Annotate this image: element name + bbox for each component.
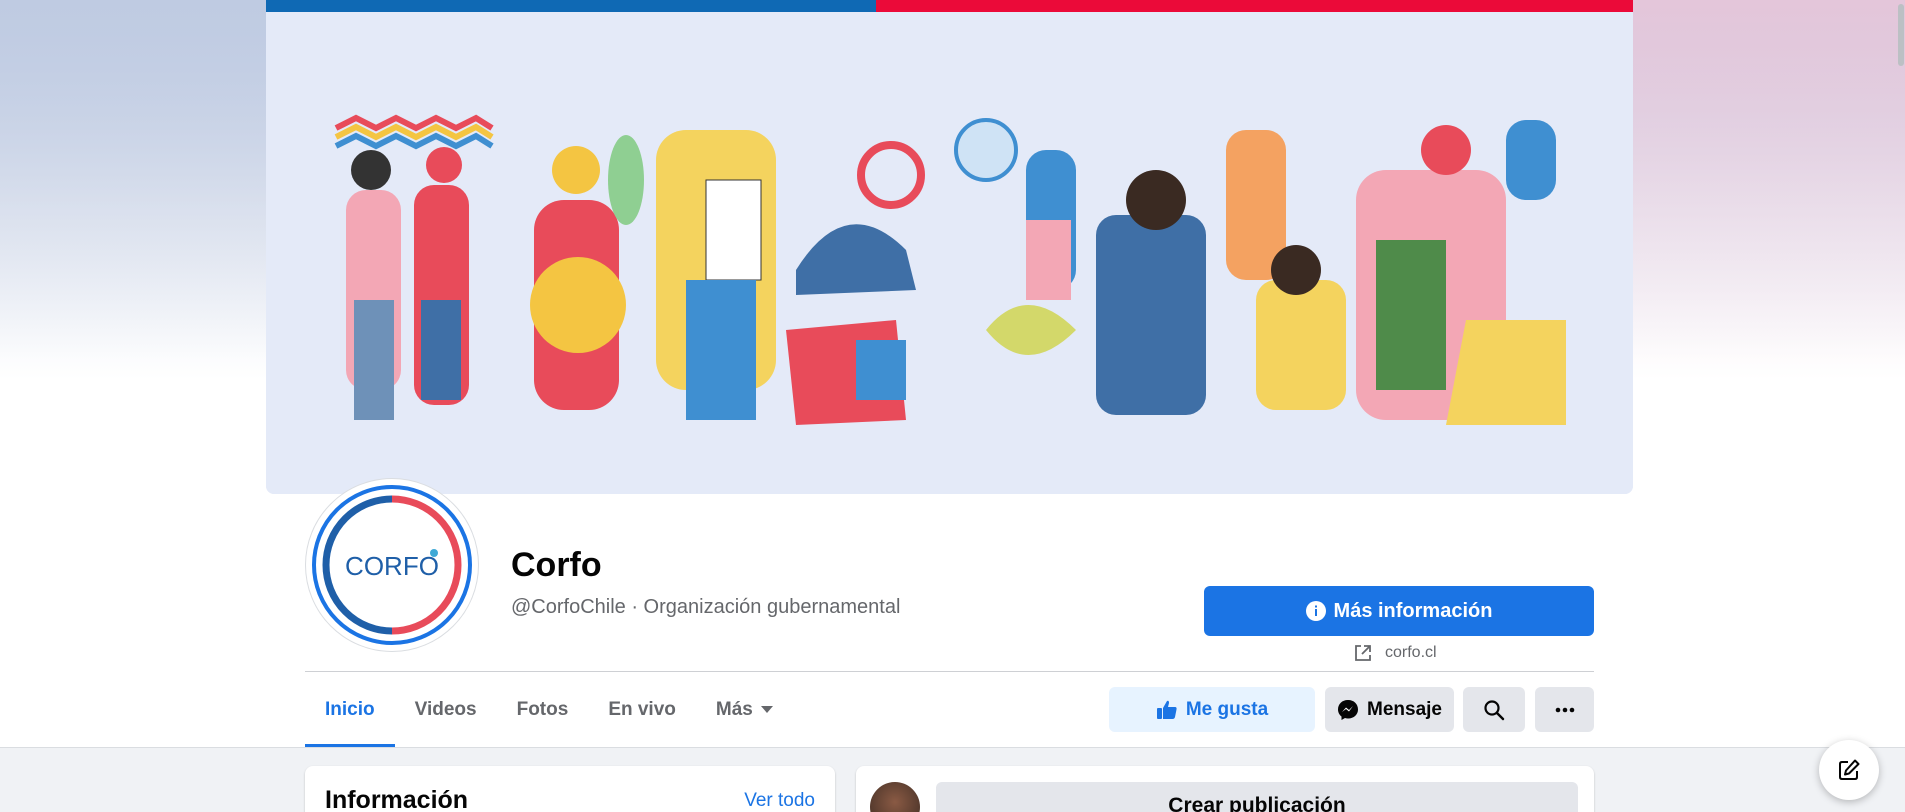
- page-title: Corfo: [511, 546, 602, 584]
- message-label: Mensaje: [1367, 698, 1442, 720]
- website-label: corfo.cl: [1385, 644, 1437, 661]
- tab-label: Fotos: [516, 698, 569, 720]
- create-post-label: Crear publicación: [1168, 794, 1346, 812]
- logo-text: CORFO: [345, 551, 439, 581]
- cover-photo[interactable]: [266, 0, 1633, 494]
- page-subtitle: @CorfoChile · Organización gubernamental: [511, 596, 901, 618]
- more-info-label: Más información: [1333, 599, 1493, 622]
- see-all-link[interactable]: Ver todo: [744, 790, 815, 812]
- more-options-button[interactable]: [1535, 687, 1594, 732]
- external-link-icon: [1355, 645, 1371, 661]
- compose-icon: [1839, 759, 1860, 780]
- tab-inicio[interactable]: Inicio: [305, 672, 395, 747]
- create-post-button[interactable]: Crear publicación: [936, 782, 1578, 812]
- caret-down-icon: [760, 706, 773, 713]
- tab-mas[interactable]: Más: [696, 672, 793, 747]
- tab-label: Videos: [414, 698, 477, 720]
- page-scrollbar[interactable]: [1897, 0, 1905, 812]
- website-link[interactable]: corfo.cl: [1353, 643, 1437, 663]
- new-message-button[interactable]: [1819, 740, 1879, 800]
- info-icon: [1305, 601, 1326, 621]
- avatar[interactable]: [870, 782, 920, 812]
- tab-label: En vivo: [608, 698, 676, 720]
- search-button[interactable]: [1463, 687, 1525, 732]
- more-info-button[interactable]: Más información: [1204, 586, 1594, 636]
- corfo-logo: CORFO: [312, 485, 472, 645]
- tab-en-vivo[interactable]: En vivo: [588, 672, 696, 747]
- cover-illustration: [266, 0, 1633, 494]
- like-button[interactable]: Me gusta: [1109, 687, 1315, 732]
- tab-label: Inicio: [325, 698, 375, 720]
- more-dots-icon: [1555, 707, 1574, 712]
- like-label: Me gusta: [1185, 698, 1269, 720]
- info-card-title: Información: [325, 786, 469, 812]
- create-post-card: Crear publicación: [856, 766, 1594, 812]
- tab-videos[interactable]: Videos: [395, 672, 497, 747]
- flag-bar: [266, 0, 1633, 12]
- profile-picture[interactable]: CORFO: [306, 479, 478, 651]
- search-icon: [1484, 699, 1505, 720]
- tab-fotos[interactable]: Fotos: [497, 672, 589, 747]
- tab-label: Más: [715, 698, 753, 720]
- flag-blue-segment: [266, 0, 876, 12]
- scrollbar-thumb[interactable]: [1898, 4, 1904, 66]
- flag-red-segment: [876, 0, 1633, 12]
- messenger-icon: [1338, 699, 1358, 720]
- thumbs-up-icon: [1156, 700, 1177, 719]
- page-tabs: Inicio Videos Fotos En vivo Más: [305, 672, 793, 747]
- message-button[interactable]: Mensaje: [1325, 687, 1454, 732]
- info-card: Información Ver todo: [305, 766, 835, 812]
